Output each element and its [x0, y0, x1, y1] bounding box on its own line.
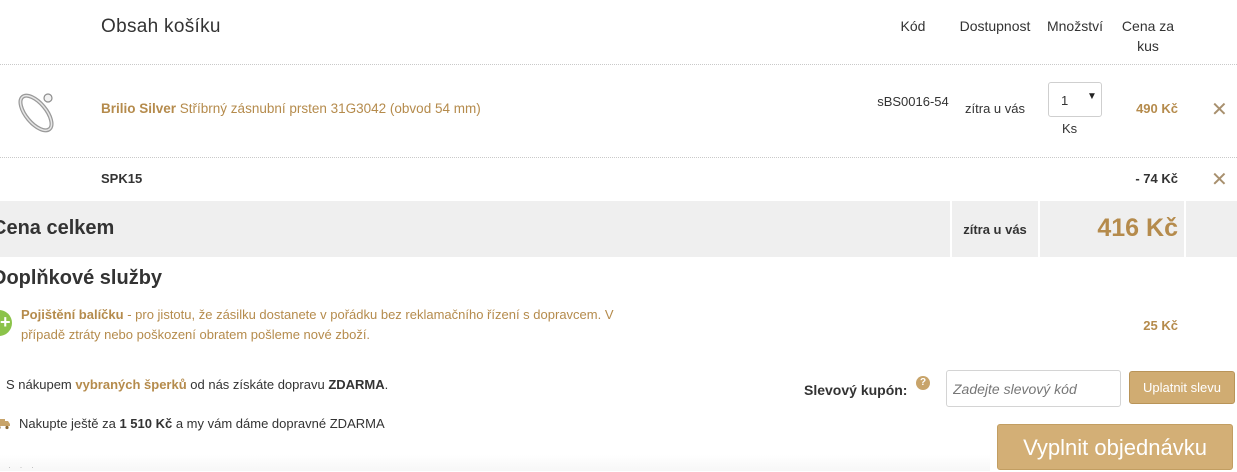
question-icon[interactable]: ?	[916, 376, 930, 390]
caret-down-icon: ▼	[1087, 91, 1097, 102]
additional-services-title: Doplňkové služby	[0, 267, 163, 289]
total-availability: zítra u vás	[963, 222, 1027, 237]
close-icon[interactable]: ✕	[1211, 97, 1228, 122]
total-row	[0, 201, 1237, 257]
coupon-discount: - 74 Kč	[1135, 171, 1178, 186]
coupon-input[interactable]	[946, 370, 1121, 407]
apply-coupon-button[interactable]: Uplatnit slevu	[1129, 371, 1235, 404]
cart-title: Obsah košíku	[101, 16, 221, 37]
shipping-text: Nakupte ještě za	[19, 416, 120, 431]
free-shipping-info: S nákupem vybraných šperků od nás získát…	[6, 377, 388, 392]
product-availability: zítra u vás	[965, 101, 1025, 116]
coupon-label: Slevový kupón:	[804, 382, 908, 398]
quantity-select[interactable]: 1 ▼	[1048, 82, 1102, 117]
close-icon[interactable]: ✕	[1211, 167, 1228, 192]
shipping-free-label: ZDARMA	[328, 377, 385, 392]
total-label: Cena celkem	[0, 217, 115, 239]
total-price: 416 Kč	[1097, 214, 1178, 242]
divider	[950, 201, 952, 257]
divider	[0, 64, 1237, 65]
divider	[0, 157, 1237, 158]
insurance-link[interactable]: Pojištění balíčku	[21, 307, 124, 322]
footer-fade	[0, 455, 990, 471]
column-header-quantity: Množství	[1046, 18, 1103, 34]
insurance-description: Pojištění balíčku - pro jistotu, že zási…	[21, 305, 661, 345]
product-name: Stříbrný zásnubní prsten 31G3042 (obvod …	[179, 101, 481, 116]
column-header-code: Kód	[900, 18, 926, 34]
product-link[interactable]: Brilio Silver Stříbrný zásnubní prsten 3…	[101, 101, 481, 116]
shipping-text: S nákupem	[6, 377, 76, 392]
product-code: sBS0016-54	[877, 94, 949, 109]
column-header-unit-price: Cena za kus	[1121, 18, 1175, 54]
product-brand: Brilio Silver	[101, 101, 177, 116]
quantity-value: 1	[1061, 93, 1069, 108]
column-header-availability: Dostupnost	[959, 18, 1031, 34]
quantity-unit: Ks	[1062, 121, 1078, 136]
divider	[1184, 201, 1186, 257]
selected-jewelry-link[interactable]: vybraných šperků	[75, 377, 186, 392]
shipping-text: .	[384, 377, 389, 392]
remaining-amount: 1 510 Kč	[119, 416, 173, 431]
shipping-text: od nás získáte dopravu	[186, 377, 329, 392]
remaining-for-free-shipping: Nakupte ještě za 1 510 Kč a my vám dáme …	[19, 416, 385, 431]
divider	[1038, 201, 1040, 257]
plus-circle-icon[interactable]: +	[0, 310, 12, 336]
truck-icon	[0, 416, 10, 430]
checkout-button[interactable]: Vyplnit objednávku	[997, 424, 1233, 470]
product-price: 490 Kč	[1136, 101, 1178, 116]
ring-icon[interactable]	[8, 83, 64, 139]
shipping-text: a my vám dáme dopravné ZDARMA	[172, 416, 385, 431]
insurance-price: 25 Kč	[1143, 318, 1178, 333]
applied-coupon-code: SPK15	[101, 171, 143, 186]
